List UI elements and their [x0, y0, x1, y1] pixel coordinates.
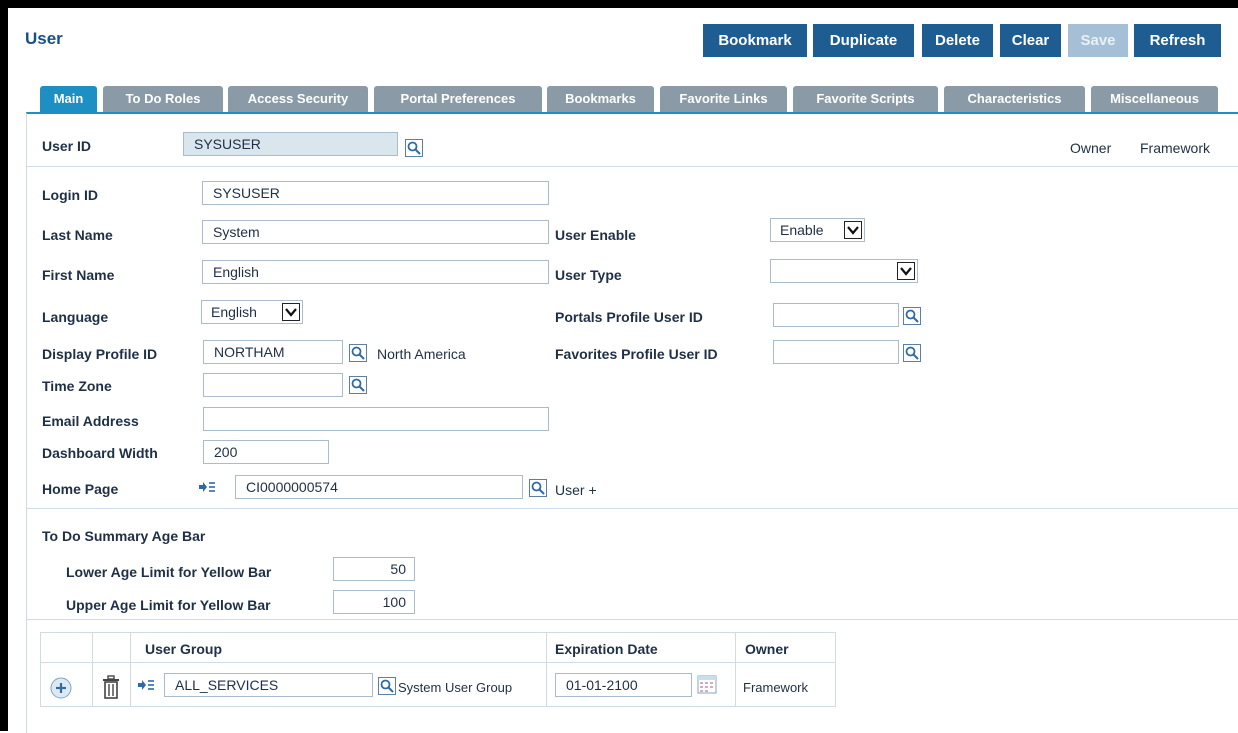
calendar-icon[interactable]	[697, 674, 717, 694]
bookmark-button[interactable]: Bookmark	[703, 24, 807, 57]
user-id-label: User ID	[42, 138, 92, 154]
trash-icon[interactable]	[101, 675, 121, 699]
tab-main[interactable]: Main	[40, 86, 97, 112]
login-id-field[interactable]	[202, 181, 549, 205]
dashboard-width-field[interactable]	[203, 440, 329, 464]
display-profile-desc: North America	[377, 346, 466, 362]
owner-label: Owner	[1070, 140, 1112, 156]
expiration-date-header: Expiration Date	[555, 641, 658, 657]
chevron-down-icon	[844, 221, 862, 239]
duplicate-button[interactable]: Duplicate	[813, 24, 914, 57]
user-id-search-icon[interactable]	[405, 139, 423, 157]
language-label: Language	[42, 309, 109, 325]
home-page-search-icon[interactable]	[529, 479, 547, 497]
upper-age-field[interactable]	[333, 590, 415, 614]
owner-value: Framework	[1140, 140, 1211, 156]
first-name-label: First Name	[42, 267, 115, 283]
language-select[interactable]: English	[201, 300, 303, 324]
tab-to-do-roles[interactable]: To Do Roles	[103, 86, 223, 112]
home-page-desc: User +	[555, 482, 597, 498]
lower-age-label: Lower Age Limit for Yellow Bar	[66, 564, 272, 580]
favorites-profile-field[interactable]	[773, 340, 899, 364]
user-enable-value: Enable	[780, 222, 824, 238]
page-title: User	[25, 29, 63, 48]
language-value: English	[211, 304, 257, 320]
lower-age-field[interactable]	[333, 557, 415, 581]
owner-cell: Framework	[743, 680, 809, 695]
grid-header-cell	[92, 632, 131, 663]
tab-portal-preferences[interactable]: Portal Preferences	[374, 86, 542, 112]
tab-favorite-links[interactable]: Favorite Links	[660, 86, 787, 112]
first-name-field[interactable]	[202, 260, 549, 284]
drill-down-icon[interactable]	[138, 679, 154, 693]
delete-button[interactable]: Delete	[922, 24, 993, 57]
favorites-profile-label: Favorites Profile User ID	[555, 346, 718, 362]
user-enable-select[interactable]: Enable	[770, 218, 865, 242]
tab-access-security[interactable]: Access Security	[228, 86, 368, 112]
time-zone-field[interactable]	[203, 373, 343, 397]
user-group-field[interactable]	[164, 673, 373, 697]
tab-characteristics[interactable]: Characteristics	[944, 86, 1085, 112]
portals-profile-field[interactable]	[773, 303, 899, 327]
favorites-profile-search-icon[interactable]	[903, 344, 921, 362]
home-page-label: Home Page	[42, 481, 119, 497]
refresh-button[interactable]: Refresh	[1134, 24, 1221, 57]
add-row-icon[interactable]	[50, 677, 72, 699]
chevron-down-icon	[282, 303, 300, 321]
user-group-desc: System User Group	[398, 680, 513, 695]
tab-favorite-scripts[interactable]: Favorite Scripts	[793, 86, 938, 112]
portals-profile-label: Portals Profile User ID	[555, 309, 703, 325]
time-zone-label: Time Zone	[42, 378, 112, 394]
grid-header-cell	[40, 632, 93, 663]
user-enable-label: User Enable	[555, 227, 636, 243]
owner-header: Owner	[745, 641, 789, 657]
chevron-down-icon	[897, 262, 915, 280]
display-profile-label: Display Profile ID	[42, 346, 158, 362]
clear-button[interactable]: Clear	[1000, 24, 1061, 57]
window-frame-left	[0, 0, 8, 731]
expiration-date-field[interactable]	[555, 673, 692, 697]
display-profile-search-icon[interactable]	[349, 344, 367, 362]
user-type-label: User Type	[555, 267, 622, 283]
age-bar-heading: To Do Summary Age Bar	[42, 528, 206, 544]
home-page-field[interactable]	[235, 475, 523, 499]
divider	[27, 508, 1238, 509]
email-field[interactable]	[203, 407, 549, 431]
last-name-label: Last Name	[42, 227, 113, 243]
login-id-label: Login ID	[42, 187, 98, 203]
dashboard-width-label: Dashboard Width	[42, 445, 158, 461]
tab-bookmarks[interactable]: Bookmarks	[547, 86, 654, 112]
email-label: Email Address	[42, 413, 139, 429]
divider	[27, 166, 1238, 167]
user-group-search-icon[interactable]	[378, 677, 396, 695]
last-name-field[interactable]	[202, 220, 549, 244]
window-frame-top	[0, 0, 1238, 8]
user-id-field[interactable]: SYSUSER	[183, 132, 398, 156]
user-group-header: User Group	[145, 641, 223, 657]
time-zone-search-icon[interactable]	[349, 376, 367, 394]
upper-age-label: Upper Age Limit for Yellow Bar	[66, 597, 271, 613]
drill-down-icon[interactable]	[199, 481, 215, 495]
divider	[27, 619, 1238, 620]
tab-miscellaneous[interactable]: Miscellaneous	[1091, 86, 1218, 112]
display-profile-field[interactable]	[203, 340, 343, 364]
user-type-select[interactable]	[770, 259, 918, 283]
portals-profile-search-icon[interactable]	[903, 307, 921, 325]
save-button[interactable]: Save	[1068, 24, 1128, 57]
